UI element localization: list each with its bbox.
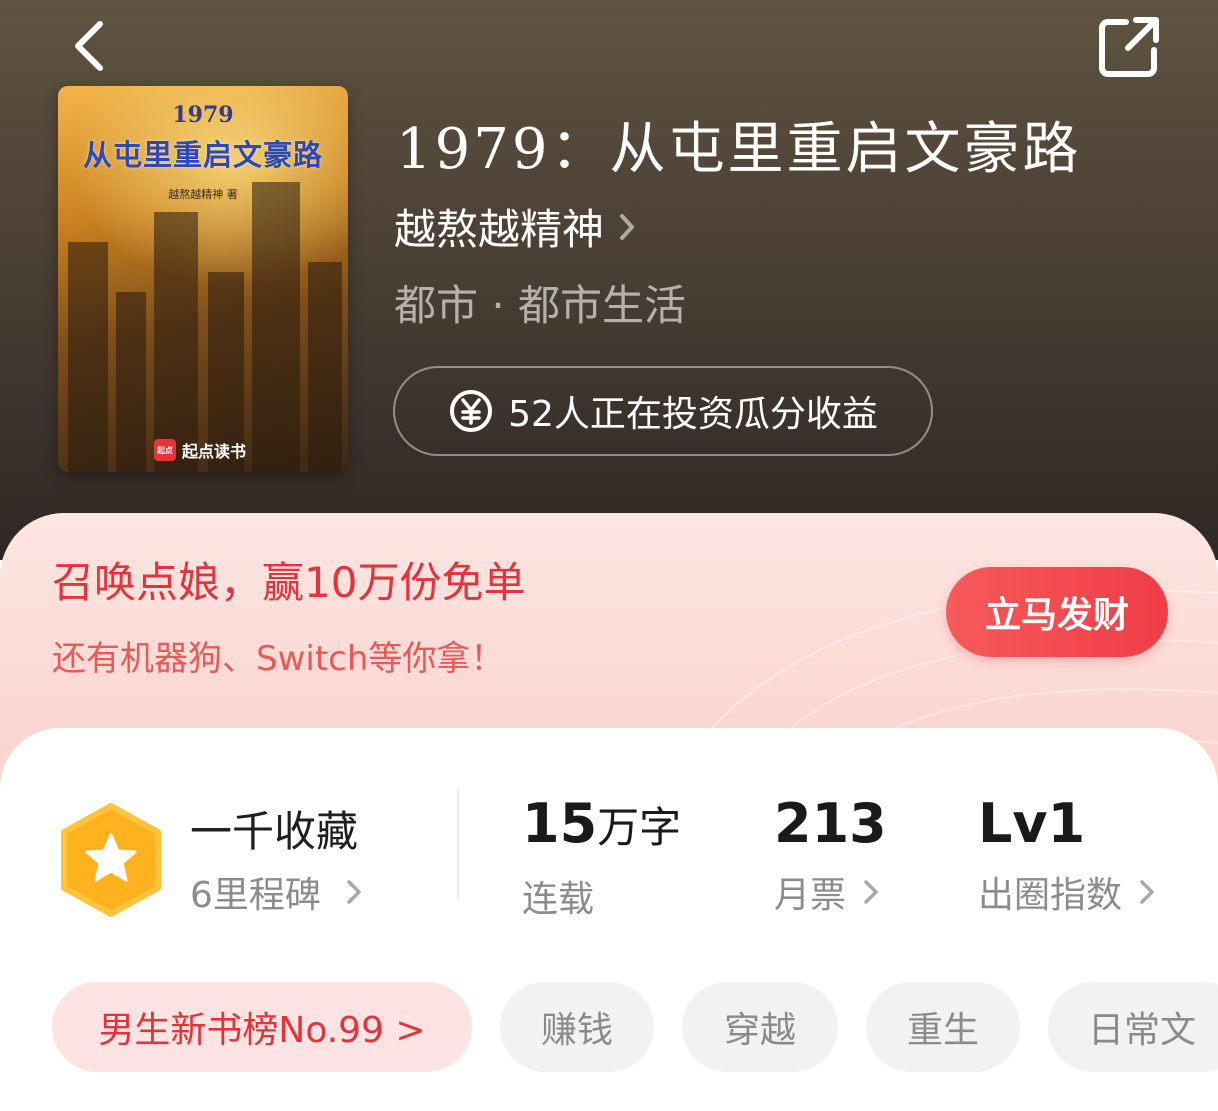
chevron-left-icon xyxy=(75,21,103,71)
popularity-index-value: Lv1 xyxy=(978,792,1086,855)
rank-tag[interactable]: 男生新书榜No.99 > xyxy=(52,982,472,1072)
milestone-title: 一千收藏 xyxy=(190,807,359,856)
serial-status-label: 连载 xyxy=(522,879,595,920)
milestone-link[interactable]: 6里程碑 xyxy=(190,866,363,918)
tag-list: 男生新书榜No.99 > 赚钱 穿越 重生 日常文 xyxy=(52,982,1218,1072)
tag-chip[interactable]: 赚钱 xyxy=(500,982,654,1072)
tag-chip[interactable]: 穿越 xyxy=(682,982,838,1072)
invest-button[interactable]: 52人正在投资瓜分收益 xyxy=(393,366,933,456)
promo-title: 召唤点娘，赢10万份免单 xyxy=(52,558,526,607)
word-count-stat: 15万字 连载 xyxy=(522,792,681,922)
promo-subtitle: 还有机器狗、Switch等你拿！ xyxy=(52,639,505,679)
monthly-votes-value: 213 xyxy=(774,792,887,855)
invest-text: 52人正在投资瓜分收益 xyxy=(508,394,878,435)
word-count-value: 15 xyxy=(522,792,598,855)
chevron-right-icon xyxy=(1140,880,1154,904)
cover-year: 1979 xyxy=(172,102,234,128)
author-link[interactable]: 越熬越精神 xyxy=(394,196,638,257)
book-cover[interactable]: 1979 从屯里重启文豪路 越熬越精神 著 起点 起点读书 xyxy=(58,86,348,472)
popularity-index-label: 出圈指数 xyxy=(978,875,1123,916)
share-button[interactable] xyxy=(1096,14,1162,80)
promo-action-button[interactable]: 立马发财 xyxy=(946,567,1168,657)
qidian-logo-icon: 起点 xyxy=(154,439,176,461)
cover-publisher-logo: 起点 起点读书 xyxy=(154,438,246,462)
monthly-votes-stat[interactable]: 213 月票 xyxy=(774,792,887,918)
cover-logo-text: 起点读书 xyxy=(182,442,247,461)
cover-title: 从屯里重启文豪路 xyxy=(82,138,323,172)
word-count-unit: 万字 xyxy=(597,803,682,852)
monthly-votes-label: 月票 xyxy=(774,875,847,916)
tag-chip[interactable]: 日常文 xyxy=(1048,982,1218,1072)
book-header: 1979 从屯里重启文豪路 越熬越精神 著 起点 起点读书 1979：从屯里重启… xyxy=(0,0,1218,560)
star-hexagon-badge-icon[interactable] xyxy=(58,802,164,918)
share-external-icon xyxy=(1099,17,1159,77)
popularity-index-stat[interactable]: Lv1 出圈指数 xyxy=(978,792,1156,918)
chevron-right-icon xyxy=(347,880,361,904)
tag-chip[interactable]: 重生 xyxy=(866,982,1020,1072)
cover-author: 越熬越精神 著 xyxy=(168,188,238,201)
chevron-right-icon xyxy=(620,213,635,240)
back-button[interactable] xyxy=(66,18,122,74)
stats-divider xyxy=(457,788,459,900)
milestone-subtitle: 6里程碑 xyxy=(190,875,321,916)
author-name: 越熬越精神 xyxy=(394,205,605,254)
book-genre: 都市 · 都市生活 xyxy=(394,281,687,330)
chevron-right-icon xyxy=(864,880,878,904)
book-title: 1979：从屯里重启文豪路 xyxy=(396,117,1082,182)
yuan-coin-icon xyxy=(450,390,493,432)
